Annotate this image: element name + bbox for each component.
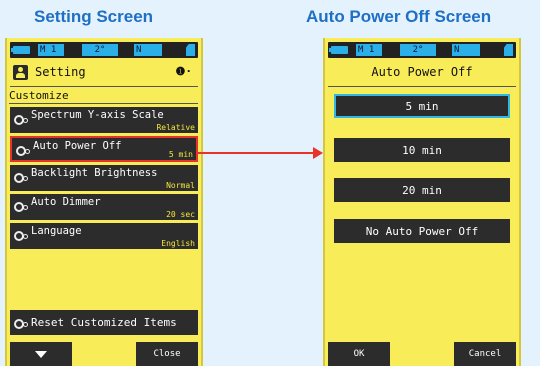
title-bar: Setting ❶· [10, 60, 198, 87]
menu-item-spectrum-scale[interactable]: Spectrum Y-axis Scale Relative [10, 107, 198, 133]
page-title: Auto Power Off [371, 65, 473, 79]
gear-icon [14, 318, 28, 329]
menu-item-label: Backlight Brightness [31, 167, 158, 179]
gear-icon [14, 201, 28, 212]
setting-screen-caption: Setting Screen [34, 7, 154, 26]
sd-card-icon [186, 44, 195, 56]
angle-indicator: 2° [82, 44, 118, 56]
menu-item-value: Normal [166, 181, 195, 190]
reset-label: Reset Customized Items [31, 316, 177, 329]
option-no-auto-power-off[interactable]: No Auto Power Off [334, 219, 510, 243]
arrow-right-icon [313, 147, 323, 159]
cancel-button[interactable]: Cancel [454, 342, 516, 366]
menu-item-value: 20 sec [166, 210, 195, 219]
gear-icon [14, 114, 28, 125]
option-20-min[interactable]: 20 min [334, 178, 510, 202]
battery-icon [11, 46, 30, 54]
menu-item-label: Language [31, 225, 82, 237]
gear-icon [14, 230, 28, 241]
setting-screen: M 1 2° N Setting ❶· Customize Spectrum Y… [5, 38, 203, 366]
mode-indicator: M 1 [38, 44, 64, 56]
sd-card-icon [504, 44, 513, 56]
menu-item-auto-power-off[interactable]: Auto Power Off 5 min [10, 136, 198, 162]
apo-screen: M 1 2° N Auto Power Off 5 min 10 min 20 … [323, 38, 521, 366]
title-bar: Auto Power Off [328, 60, 516, 87]
down-arrow-icon [35, 350, 47, 358]
gear-icon [16, 145, 30, 156]
reset-customized-button[interactable]: Reset Customized Items [10, 310, 198, 335]
bottom-bar: OK Cancel [328, 342, 516, 366]
option-10-min[interactable]: 10 min [334, 138, 510, 162]
menu-item-value: English [161, 239, 195, 248]
status-bar: M 1 2° N [328, 42, 516, 58]
option-5-min[interactable]: 5 min [334, 94, 510, 118]
page-title: Setting [35, 65, 86, 79]
menu-item-value: 5 min [168, 150, 193, 159]
angle-indicator: 2° [400, 44, 436, 56]
connector-line [198, 152, 315, 154]
menu-item-label: Auto Power Off [33, 140, 122, 152]
status-bar: M 1 2° N [10, 42, 198, 58]
status-icon: N [134, 44, 162, 56]
status-icon: N [452, 44, 480, 56]
mode-indicator: M 1 [356, 44, 382, 56]
apo-screen-caption: Auto Power Off Screen [306, 7, 492, 26]
menu-item-auto-dimmer[interactable]: Auto Dimmer 20 sec [10, 194, 198, 220]
info-icon[interactable]: ❶· [176, 65, 192, 78]
menu-item-backlight[interactable]: Backlight Brightness Normal [10, 165, 198, 191]
menu-item-value: Relative [156, 123, 195, 132]
ok-button[interactable]: OK [328, 342, 390, 366]
user-icon [13, 65, 28, 80]
scroll-down-button[interactable] [10, 342, 72, 366]
gear-icon [14, 172, 28, 183]
menu-item-label: Auto Dimmer [31, 196, 101, 208]
menu-item-language[interactable]: Language English [10, 223, 198, 249]
menu-item-label: Spectrum Y-axis Scale [31, 109, 164, 121]
section-header: Customize [9, 89, 198, 104]
close-button[interactable]: Close [136, 342, 198, 366]
battery-icon [329, 46, 348, 54]
bottom-bar: Close [10, 342, 198, 366]
